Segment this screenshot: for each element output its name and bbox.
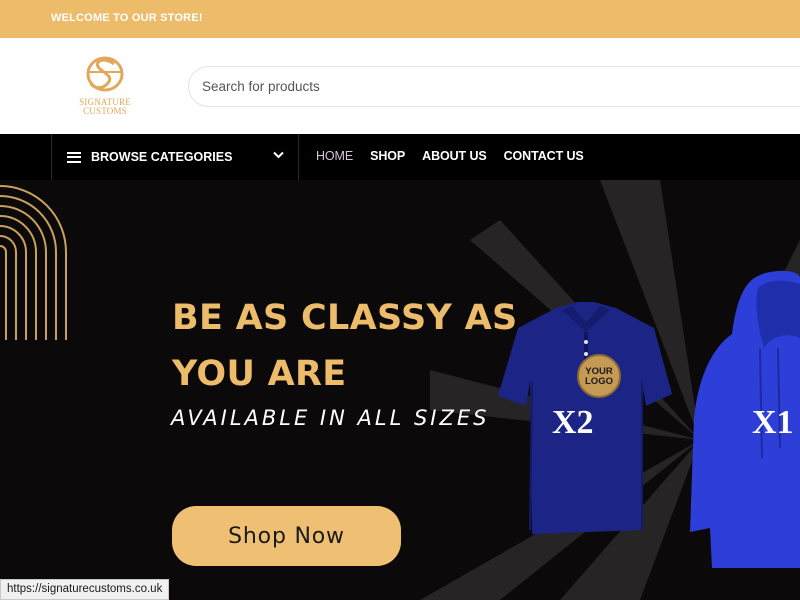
site-logo[interactable]: SIGNATURE CUSTOMS: [70, 54, 140, 120]
hero-banner: BE AS CLASSY AS YOU ARE AVAILABLE IN ALL…: [0, 180, 800, 600]
logo-wordmark: SIGNATURE CUSTOMS: [79, 97, 131, 116]
primary-menu: HOME SHOP ABOUT US CONTACT US: [316, 149, 601, 163]
announcement-bar: WELCOME TO OUR STORE!: [0, 0, 800, 38]
chevron-down-icon: [273, 151, 284, 159]
hero-headline: BE AS CLASSY AS YOU ARE: [172, 298, 518, 394]
browse-categories-label: BROWSE CATEGORIES: [91, 150, 233, 164]
browse-categories-button[interactable]: BROWSE CATEGORIES: [51, 134, 299, 180]
status-bar-url: https://signaturecustoms.co.uk: [0, 579, 170, 600]
shop-now-button[interactable]: Shop Now: [172, 506, 401, 566]
shirt-quantity-label: X2: [552, 404, 594, 441]
nav-link-home[interactable]: HOME: [316, 149, 353, 163]
search-input[interactable]: [202, 67, 800, 105]
decorative-arcs: [0, 185, 67, 340]
main-navbar: BROWSE CATEGORIES HOME SHOP ABOUT US CON…: [0, 134, 800, 180]
site-header: SIGNATURE CUSTOMS: [0, 38, 800, 134]
hero-subtitle: AVAILABLE IN ALL SIZES: [171, 406, 490, 430]
your-logo-badge: YOUR LOGO: [577, 354, 621, 398]
logo-emblem-icon: [86, 56, 124, 92]
nav-link-about-us[interactable]: ABOUT US: [422, 149, 487, 163]
nav-link-contact-us[interactable]: CONTACT US: [504, 149, 584, 163]
welcome-text: WELCOME TO OUR STORE!: [51, 12, 203, 24]
hamburger-menu-icon: [67, 151, 81, 163]
search-box: [188, 66, 800, 107]
hoodie-quantity-label: X1: [752, 404, 794, 441]
nav-link-shop[interactable]: SHOP: [370, 149, 405, 163]
